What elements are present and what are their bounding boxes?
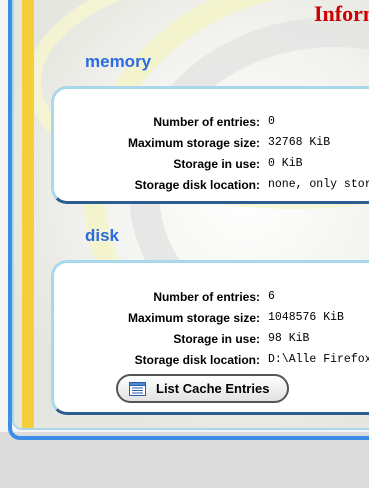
memory-location-row: Storage disk location: none, only stor: [54, 178, 369, 196]
memory-heading: memory: [85, 52, 152, 71]
list-cache-entries-label: List Cache Entries: [156, 381, 270, 396]
disk-in-use-label: Storage in use:: [173, 332, 260, 346]
disk-max-size-row: Maximum storage size: 1048576 KiB: [54, 311, 369, 329]
disk-location-value: D:\Alle Firefox: [268, 353, 369, 366]
memory-location-label: Storage disk location:: [134, 178, 260, 192]
cache-info-page: Inform memory Number of entries: 0 Maxim…: [0, 0, 369, 488]
memory-max-size-row: Maximum storage size: 32768 KiB: [54, 136, 369, 154]
list-cache-entries-button[interactable]: List Cache Entries: [116, 374, 289, 403]
yellow-accent-bar: [22, 0, 34, 428]
disk-heading: disk: [85, 226, 120, 245]
memory-in-use-value: 0 KiB: [268, 157, 303, 170]
page-title: Inform: [314, 1, 369, 26]
disk-in-use-row: Storage in use: 98 KiB: [54, 332, 369, 350]
memory-in-use-label: Storage in use:: [173, 157, 260, 171]
disk-entries-label: Number of entries:: [153, 290, 260, 304]
disk-in-use-value: 98 KiB: [268, 332, 310, 345]
disk-location-label: Storage disk location:: [134, 353, 260, 367]
memory-entries-label: Number of entries:: [153, 115, 260, 129]
disk-entries-value: 6: [268, 290, 275, 303]
disk-max-size-label: Maximum storage size:: [127, 311, 260, 325]
disk-entries-row: Number of entries: 6: [54, 290, 369, 308]
memory-entries-row: Number of entries: 0: [54, 115, 369, 133]
disk-max-size-value: 1048576 KiB: [268, 311, 344, 324]
memory-in-use-row: Storage in use: 0 KiB: [54, 157, 369, 175]
memory-max-size-label: Maximum storage size:: [127, 136, 260, 150]
list-icon: [129, 381, 146, 396]
memory-entries-value: 0: [268, 115, 275, 128]
disk-location-row: Storage disk location: D:\Alle Firefox: [54, 353, 369, 371]
memory-max-size-value: 32768 KiB: [268, 136, 331, 149]
memory-location-value: none, only stor: [268, 178, 369, 191]
memory-info-box: Number of entries: 0 Maximum storage siz…: [51, 86, 369, 204]
